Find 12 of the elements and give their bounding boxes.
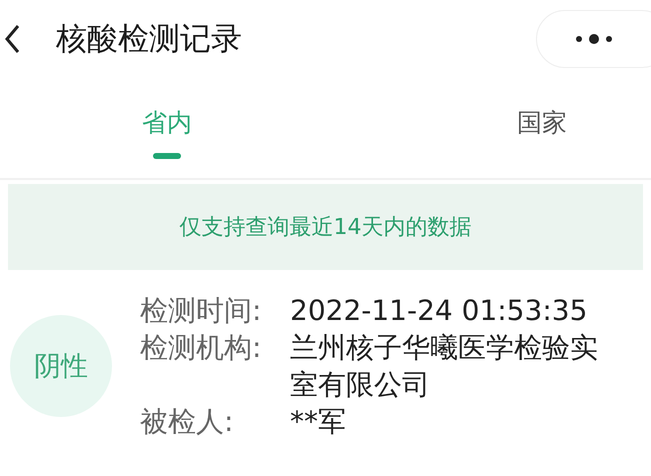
field-value: 2022-11-24 01:53:35	[290, 293, 588, 329]
tab[interactable]: 国家	[511, 78, 573, 178]
field-label: 检测机构:	[140, 330, 262, 366]
field-value: 兰州核子华曦医学检验实室有限公司	[290, 330, 599, 403]
field-label: 被检人:	[140, 404, 234, 440]
more-icon[interactable]	[575, 33, 613, 45]
field-label: 检测时间:	[140, 293, 262, 329]
result-text: 阴性	[34, 350, 88, 384]
field-value: **军	[290, 404, 347, 440]
page-title: 核酸检测记录	[56, 20, 242, 59]
notice-text: 仅支持查询最近14天内的数据	[180, 214, 472, 242]
back-icon[interactable]	[4, 24, 20, 54]
